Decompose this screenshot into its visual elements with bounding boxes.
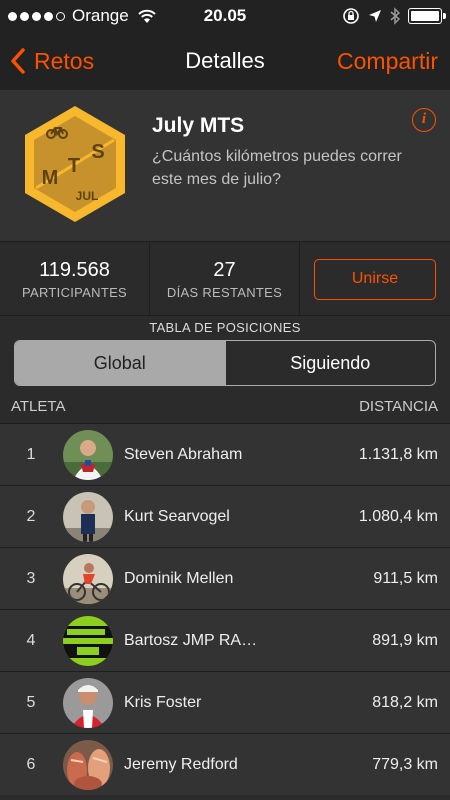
signal-strength-icon [8,11,65,21]
athlete-distance: 1.131,8 km [358,446,438,463]
participants-value: 119.568 [39,259,110,281]
row-rank: 3 [26,570,36,587]
participants-label: PARTICIPANTES [21,285,128,300]
row-rank: 1 [26,446,36,463]
tab-following[interactable]: Siguiendo [224,341,436,385]
leaderboard-row[interactable]: 5 Kris Foster 818,2 km [0,671,450,733]
navigation-bar: Retos Detalles Compartir [0,32,450,90]
leaderboard-list: 1 Steven Abraham 1.131,8 km 2 Kurt Searv… [0,423,450,800]
athlete-avatar[interactable] [63,740,113,790]
badge-letter-m: M [42,167,59,189]
challenge-description: ¿Cuántos kilómetros puedes correr este m… [152,148,402,188]
share-button[interactable]: Compartir [337,48,438,75]
challenge-badge: M T S JUL [25,106,125,222]
athlete-name: Kurt Searvogel [124,508,230,525]
days-remaining-value: 27 [213,259,236,281]
athlete-distance: 818,2 km [372,694,438,711]
days-remaining-label: DÍAS RESTANTES [166,285,283,300]
tab-global[interactable]: Global [15,341,225,385]
badge-letter-t: T [68,155,80,177]
athlete-name: Dominik Mellen [124,570,234,587]
athlete-avatar[interactable] [63,616,113,666]
join-button[interactable]: Unirse [314,258,436,300]
athlete-name: Kris Foster [124,694,202,711]
leaderboard-row[interactable]: 1 Steven Abraham 1.131,8 km [0,423,450,485]
column-header-distance: DISTANCIA [359,398,438,415]
challenge-header: M T S JUL July MTS ¿Cuántos kilómetros p… [0,90,450,242]
challenge-stats: 119.568 PARTICIPANTES 27 DÍAS RESTANTES … [0,242,450,316]
leaderboard-title: TABLA DE POSICIONES [149,320,301,335]
row-rank: 5 [26,694,36,711]
athlete-avatar[interactable] [63,554,113,604]
athlete-avatar[interactable] [63,492,113,542]
row-rank: 2 [26,508,36,525]
leaderboard-segmented-control: Global Siguiendo [14,340,436,386]
athlete-name: Bartosz JMP RA… [124,632,258,649]
athlete-avatar[interactable] [63,678,113,728]
wifi-icon [138,9,156,23]
info-icon[interactable]: i [412,108,436,132]
badge-month: JUL [76,189,99,203]
bluetooth-icon [390,7,400,25]
row-rank: 6 [26,756,36,773]
participants-stat: 119.568 PARTICIPANTES [0,242,150,316]
athlete-distance: 1.080,4 km [358,508,438,525]
athlete-distance: 891,9 km [372,632,438,649]
athlete-distance: 779,3 km [372,756,438,773]
athlete-name: Jeremy Redford [124,756,238,773]
athlete-name: Steven Abraham [124,446,243,463]
leaderboard-header: ATLETA DISTANCIA [0,398,450,422]
challenge-title: July MTS [152,114,245,137]
leaderboard-row[interactable]: 4 Bartosz JMP RA… 891,9 km [0,609,450,671]
status-bar: Orange 20.05 [0,0,450,32]
location-arrow-icon [369,10,381,22]
back-button[interactable]: Retos [10,48,94,75]
leaderboard-row[interactable]: 6 Jeremy Redford 779,3 km [0,733,450,795]
row-rank: 4 [26,632,36,649]
join-container: Unirse [300,242,450,316]
leaderboard-row[interactable]: 3 Dominik Mellen 911,5 km [0,547,450,609]
back-button-label: Retos [34,47,95,74]
athlete-distance: 911,5 km [373,570,438,587]
battery-icon [408,8,446,24]
days-remaining-stat: 27 DÍAS RESTANTES [150,242,300,316]
carrier-name: Orange [72,6,129,25]
badge-letter-s: S [91,141,104,163]
column-header-athlete: ATLETA [11,398,66,415]
leaderboard-row[interactable]: 2 Kurt Searvogel 1.080,4 km [0,485,450,547]
orientation-lock-icon [343,8,359,24]
athlete-avatar[interactable] [63,430,113,480]
chevron-left-icon [11,48,25,74]
